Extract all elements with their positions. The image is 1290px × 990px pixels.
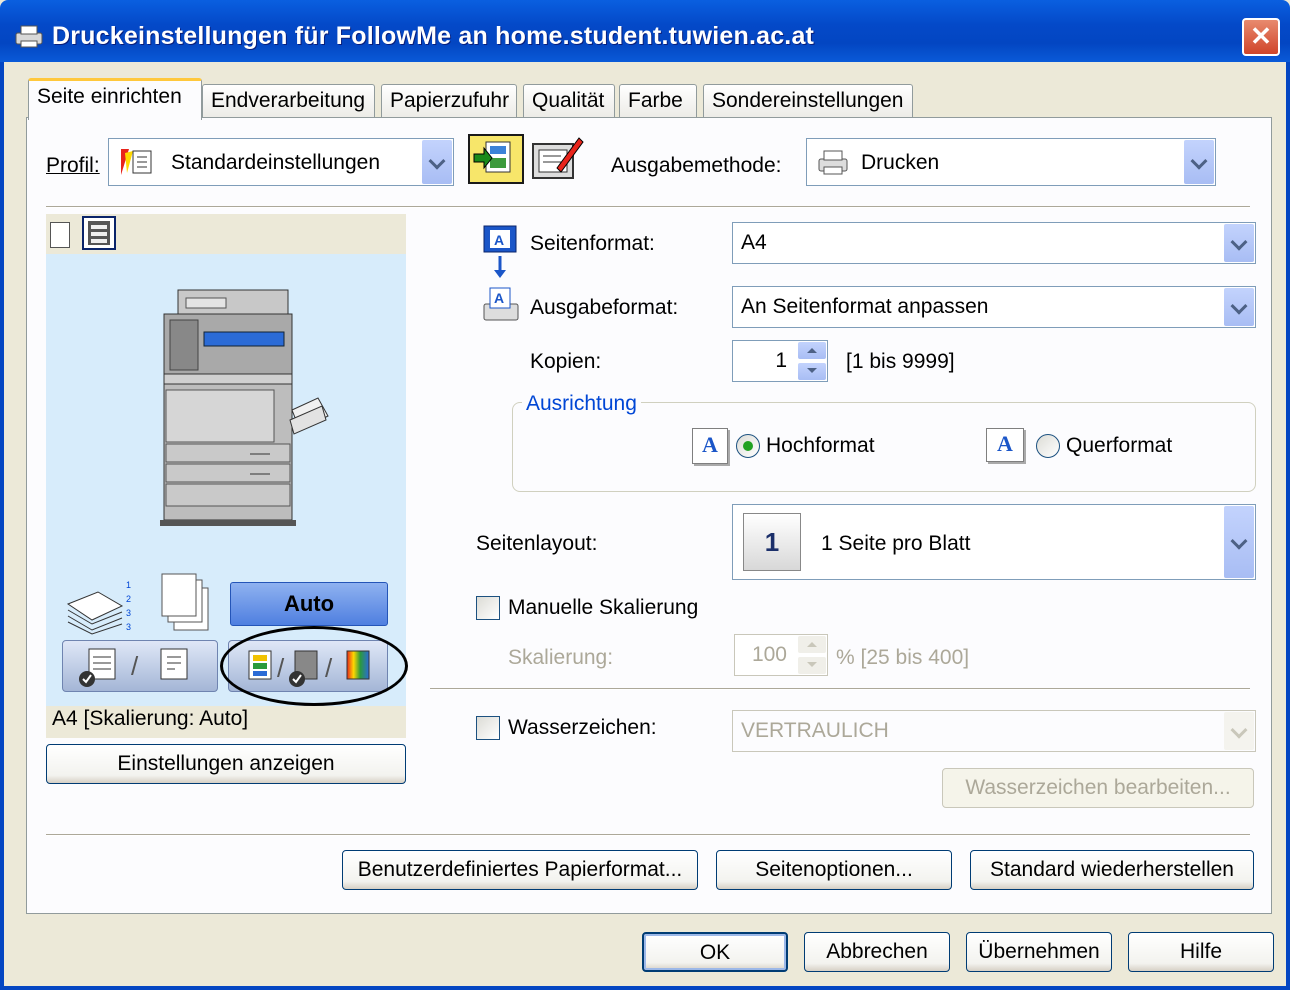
profile-edit-button[interactable]: [527, 134, 587, 184]
show-settings-button[interactable]: Einstellungen anzeigen: [46, 744, 406, 784]
portrait-icon: A: [692, 428, 728, 464]
output-method-label: Ausgabemethode:: [611, 154, 782, 177]
watermark-dropdown-arrow: [1224, 712, 1254, 750]
scaling-value: 100: [751, 643, 787, 666]
svg-text:A: A: [494, 290, 504, 306]
printer-icon: [14, 24, 44, 48]
page-layout-select[interactable]: 1 1 Seite pro Blatt: [732, 504, 1256, 580]
separator: [430, 688, 1250, 690]
copies-label: Kopien:: [530, 350, 602, 373]
output-method-value: Drucken: [861, 151, 940, 174]
watermark-checkbox[interactable]: [476, 716, 500, 740]
page-size-icon: A: [482, 224, 518, 292]
svg-text:A: A: [494, 232, 504, 248]
orientation-group-label: Ausrichtung: [522, 392, 641, 416]
page-size-value: A4: [741, 231, 767, 254]
svg-text:3: 3: [126, 622, 131, 632]
scaling-down-button: [798, 657, 826, 674]
output-size-icon: A: [482, 286, 520, 330]
tab-seite-einrichten[interactable]: Seite einrichten: [28, 78, 202, 120]
profile-label: Profil:: [46, 154, 100, 177]
copies-range: [1 bis 9999]: [846, 350, 955, 373]
close-button[interactable]: ✕: [1242, 18, 1280, 56]
tab-endverarbeitung[interactable]: Endverarbeitung: [202, 84, 375, 118]
auto-button[interactable]: Auto: [230, 582, 388, 626]
page-layout-number-icon: 1: [743, 513, 801, 571]
scaling-up-button: [798, 636, 826, 653]
portrait-radio[interactable]: [736, 434, 760, 458]
output-size-dropdown-arrow[interactable]: [1224, 288, 1254, 326]
page-size-dropdown-arrow[interactable]: [1224, 224, 1254, 262]
apply-button[interactable]: Übernehmen: [966, 932, 1112, 972]
output-method-select[interactable]: Drucken: [806, 138, 1216, 186]
custom-paper-size-button[interactable]: Benutzerdefiniertes Papierformat...: [342, 850, 698, 890]
layout-mode-button[interactable]: /: [62, 640, 218, 692]
profile-edit-icon: [532, 137, 584, 179]
svg-text:3: 3: [126, 608, 131, 618]
tab-qualitaet[interactable]: Qualität: [523, 84, 615, 118]
scaling-range: % [25 bis 400]: [836, 646, 970, 669]
output-size-label: Ausgabeformat:: [530, 296, 679, 319]
ok-button[interactable]: OK: [642, 932, 788, 972]
window-title: Druckeinstellungen für FollowMe an home.…: [52, 22, 815, 50]
manual-scaling-label[interactable]: Manuelle Skalierung: [508, 596, 698, 620]
svg-text:/: /: [131, 651, 139, 681]
watermark-value: VERTRAULICH: [741, 719, 889, 742]
copies-stepper[interactable]: 1: [732, 340, 828, 382]
portrait-label[interactable]: Hochformat: [766, 434, 875, 458]
print-icon: [817, 149, 849, 181]
svg-text:1: 1: [126, 580, 131, 590]
output-size-value: An Seitenformat anpassen: [741, 295, 989, 318]
edit-watermark-button: Wasserzeichen bearbeiten...: [942, 768, 1254, 808]
watermark-label[interactable]: Wasserzeichen:: [508, 716, 657, 740]
annotation-ellipse: [220, 626, 408, 706]
tab-papierzufuhr[interactable]: Papierzufuhr: [381, 84, 517, 118]
landscape-radio[interactable]: [1036, 434, 1060, 458]
manual-scaling-checkbox[interactable]: [476, 596, 500, 620]
profile-value: Standardeinstellungen: [171, 151, 380, 174]
profile-add-button[interactable]: [468, 134, 524, 184]
copier-illustration-icon: [150, 270, 330, 536]
copies-up-button[interactable]: [798, 342, 826, 359]
tab-farbe[interactable]: Farbe: [619, 84, 697, 118]
pages-stack-icon[interactable]: [160, 572, 212, 640]
cancel-button[interactable]: Abbrechen: [804, 932, 950, 972]
watermark-select: VERTRAULICH: [732, 710, 1256, 752]
help-button[interactable]: Hilfe: [1128, 932, 1274, 972]
landscape-icon: A: [986, 428, 1024, 462]
page-size-select[interactable]: A4: [732, 222, 1256, 264]
copies-value: 1: [775, 349, 787, 372]
svg-text:2: 2: [126, 594, 131, 604]
page-layout-label: Seitenlayout:: [476, 532, 598, 555]
profile-dropdown-arrow[interactable]: [422, 140, 452, 184]
tab-sondereinstellungen[interactable]: Sondereinstellungen: [703, 84, 913, 118]
scaling-stepper: 100: [734, 634, 828, 676]
page-options-button[interactable]: Seitenoptionen...: [716, 850, 952, 890]
output-size-select[interactable]: An Seitenformat anpassen: [732, 286, 1256, 328]
profile-icon: [115, 147, 155, 183]
preview-status: A4 [Skalierung: Auto]: [52, 707, 249, 730]
page-layout-value: 1 Seite pro Blatt: [821, 532, 971, 555]
output-method-dropdown-arrow[interactable]: [1184, 140, 1214, 184]
separator: [46, 834, 1250, 836]
separator: [46, 206, 1250, 208]
landscape-label[interactable]: Querformat: [1066, 434, 1172, 458]
copies-down-button[interactable]: [798, 363, 826, 380]
page-size-label: Seitenformat:: [530, 232, 655, 255]
profile-add-icon: [473, 141, 511, 173]
profile-select[interactable]: Standardeinstellungen: [108, 138, 454, 186]
collate-icon[interactable]: 1 2 3 3: [64, 574, 144, 642]
printer-view-icon[interactable]: [82, 216, 116, 250]
page-view-icon[interactable]: [50, 222, 70, 248]
page-layout-dropdown-arrow[interactable]: [1224, 506, 1254, 578]
restore-defaults-button[interactable]: Standard wiederherstellen: [970, 850, 1254, 890]
scaling-label: Skalierung:: [508, 646, 614, 669]
